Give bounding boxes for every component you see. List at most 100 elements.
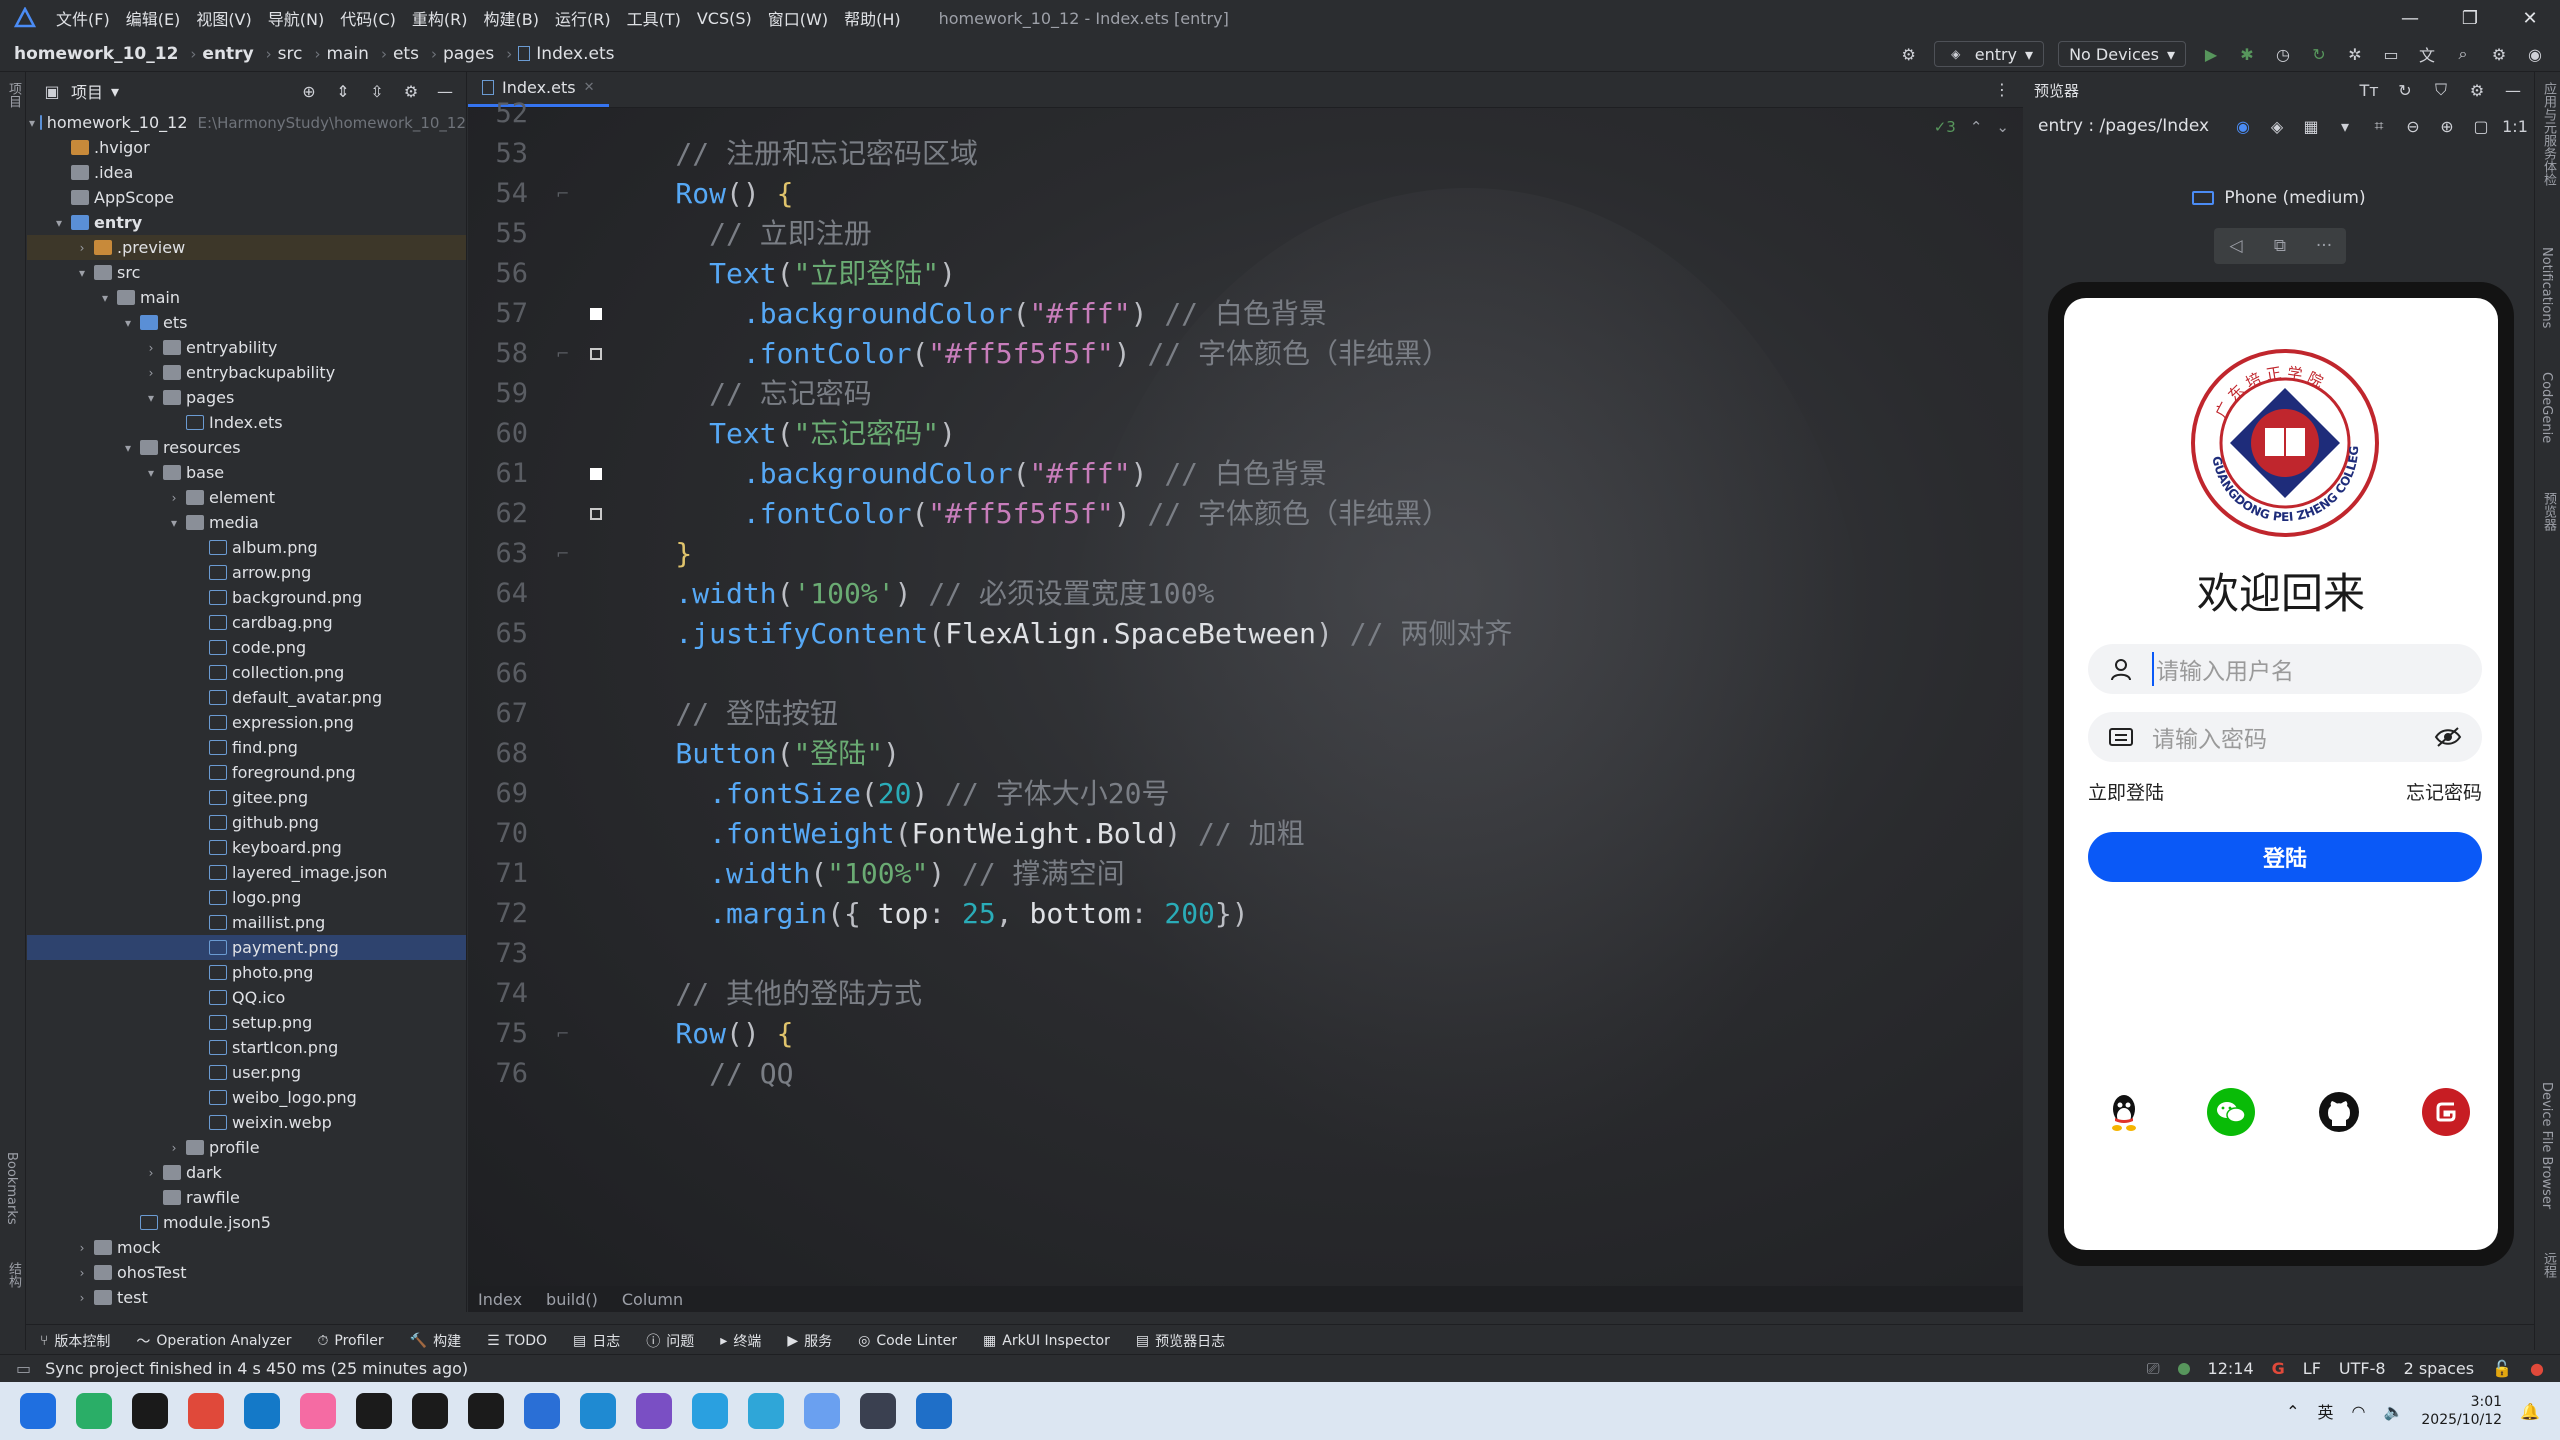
close-icon[interactable]: ✕ [584,80,595,95]
menu-item[interactable]: 编辑(E) [126,6,181,30]
maximize-button[interactable]: ❐ [2440,0,2500,36]
chrome-icon[interactable] [188,1393,224,1429]
gear-icon[interactable]: ⚙ [2466,79,2488,101]
tree-file[interactable]: module.json5 [27,1210,466,1235]
breadcrumb-item[interactable]: ets [393,44,419,64]
tree-file[interactable]: keyboard.png [27,835,466,860]
device-file-browser-tab[interactable]: Device File Browser [2539,1082,2554,1209]
tree-folder[interactable]: ▾ base [27,460,466,485]
code-line[interactable]: // 注册和忘记密码区域 [608,134,978,174]
tree-folder[interactable]: AppScope [27,185,466,210]
tree-folder[interactable]: ▾ pages [27,385,466,410]
project-tool-tab[interactable]: 项目 [4,82,23,108]
chevron-down-icon[interactable]: ▾ [98,291,112,305]
tree-folder[interactable]: › profile [27,1135,466,1160]
menu-item[interactable]: 视图(V) [196,6,251,30]
tree-file[interactable]: cardbag.png [27,610,466,635]
previewer-tab[interactable]: 预览器 [2539,492,2558,531]
lock-icon[interactable]: 🔓 [2492,1359,2512,1378]
register-link[interactable]: 立即登陆 [2088,778,2164,805]
gitee-icon[interactable] [2421,1088,2470,1136]
tree-folder[interactable]: .hvigor [27,135,466,160]
refresh-icon[interactable]: ↻ [2394,79,2416,101]
tree-folder[interactable]: › ohosTest [27,1260,466,1285]
tree-folder[interactable]: .idea [27,160,466,185]
tree-folder[interactable]: › mock [27,1235,466,1260]
chevron-right-icon[interactable]: › [75,1266,89,1280]
zoom-in-icon[interactable]: ⊕ [2436,115,2458,137]
store-icon[interactable] [748,1393,784,1429]
chevron-down-icon[interactable]: ▾ [144,391,158,405]
menu-item[interactable]: 代码(C) [340,6,396,30]
remote-tab[interactable]: 远程 [2539,1252,2558,1278]
file-encoding[interactable]: UTF-8 [2339,1359,2386,1378]
tree-file[interactable]: code.png [27,635,466,660]
tool-window-6[interactable]: ⓘ 问题 [646,1331,694,1351]
chevron-right-icon[interactable]: › [75,1241,89,1255]
code-line[interactable]: // QQ [608,1054,793,1094]
font-size-icon[interactable]: Tт [2358,79,2380,101]
tree-file[interactable]: payment.png [27,935,466,960]
chevron-down-icon[interactable]: ▾ [2334,115,2356,137]
breadcrumb-item[interactable]: src [278,44,303,64]
notification-bell-icon[interactable]: 🔔 [2520,1402,2540,1421]
tree-folder[interactable]: ▾ src [27,260,466,285]
more-tabs-icon[interactable]: ⋮ [1991,79,2013,101]
chevron-down-icon[interactable]: ▾ [111,82,119,101]
project-panel-title[interactable]: 项目 [71,79,103,103]
files-icon[interactable] [916,1393,952,1429]
menu-item[interactable]: 工具(T) [627,6,681,30]
tool-window-9[interactable]: ◎ Code Linter [858,1333,957,1349]
chevron-right-icon[interactable]: › [144,366,158,380]
menu-item[interactable]: 窗口(W) [768,6,828,30]
codegenie-tab[interactable]: CodeGenie [2539,372,2554,443]
editor-breadcrumb-item[interactable]: Column [622,1290,683,1309]
tree-file[interactable]: .gitignore [27,1310,466,1312]
fold-icon[interactable]: ⌐ [556,184,569,203]
debug-icon[interactable]: ✱ [2236,43,2258,65]
wechat-icon[interactable] [2207,1088,2256,1136]
tree-file[interactable]: foreground.png [27,760,466,785]
breadcrumb-item[interactable]: homework_10_12 [14,44,178,64]
wifi-icon[interactable]: ◠ [2351,1402,2365,1421]
tool-window-2[interactable]: ⏱ Profiler [317,1333,383,1349]
tree-folder[interactable]: › entryability [27,335,466,360]
chevron-down-icon[interactable]: ▾ [121,441,135,455]
tree-file[interactable]: setup.png [27,1010,466,1035]
fold-icon[interactable]: ⌐ [556,1024,569,1043]
code-line[interactable]: // 其他的登陆方式 [608,974,922,1014]
settings-gear-icon[interactable]: ⚙ [1898,43,1920,65]
breadcrumb-item[interactable]: entry [202,44,253,64]
tool-icon[interactable] [860,1393,896,1429]
code-line[interactable]: Button("登陆") [608,734,900,774]
code-line[interactable]: Text("忘记密码") [608,414,956,454]
tree-folder[interactable]: › dark [27,1160,466,1185]
chevron-down-icon[interactable]: ▾ [121,316,135,330]
menu-item[interactable]: VCS(S) [697,9,752,28]
color-swatch-icon[interactable] [590,308,602,320]
chevron-right-icon[interactable]: › [167,491,181,505]
device-name[interactable]: Phone (medium) [2024,188,2534,208]
layers-icon[interactable]: ◈ [2266,115,2288,137]
tool-window-7[interactable]: ▸ 终端 [720,1331,761,1351]
code-line[interactable]: Text("立即登陆") [608,254,956,294]
tree-file[interactable]: startIcon.png [27,1035,466,1060]
tree-file[interactable]: logo.png [27,885,466,910]
tree-file[interactable]: QQ.ico [27,985,466,1010]
chevron-up-icon[interactable]: ⌃ [2286,1402,2299,1421]
hide-icon[interactable]: — [434,80,456,102]
editor-breadcrumb-item[interactable]: build() [546,1290,598,1309]
qq-icon[interactable] [132,1393,168,1429]
tree-folder[interactable]: ▾ homework_10_12 E:\HarmonyStudy\homework_… [27,110,466,135]
device-select[interactable]: No Devices ▾ [2058,41,2186,67]
translate-icon[interactable]: 文 [2416,43,2438,65]
rotate-icon[interactable]: ⧉ [2258,228,2302,264]
line-separator[interactable]: LF [2303,1359,2321,1378]
status-message[interactable]: Sync project finished in 4 s 450 ms (25 … [45,1359,468,1378]
back-icon[interactable]: ◁ [2214,228,2258,264]
minimize-button[interactable]: — [2380,0,2440,36]
chevron-right-icon[interactable]: › [75,241,89,255]
tree-folder[interactable]: › entrybackupability [27,360,466,385]
design-icon[interactable] [804,1393,840,1429]
tool-window-0[interactable]: ⑂ 版本控制 [40,1331,110,1351]
